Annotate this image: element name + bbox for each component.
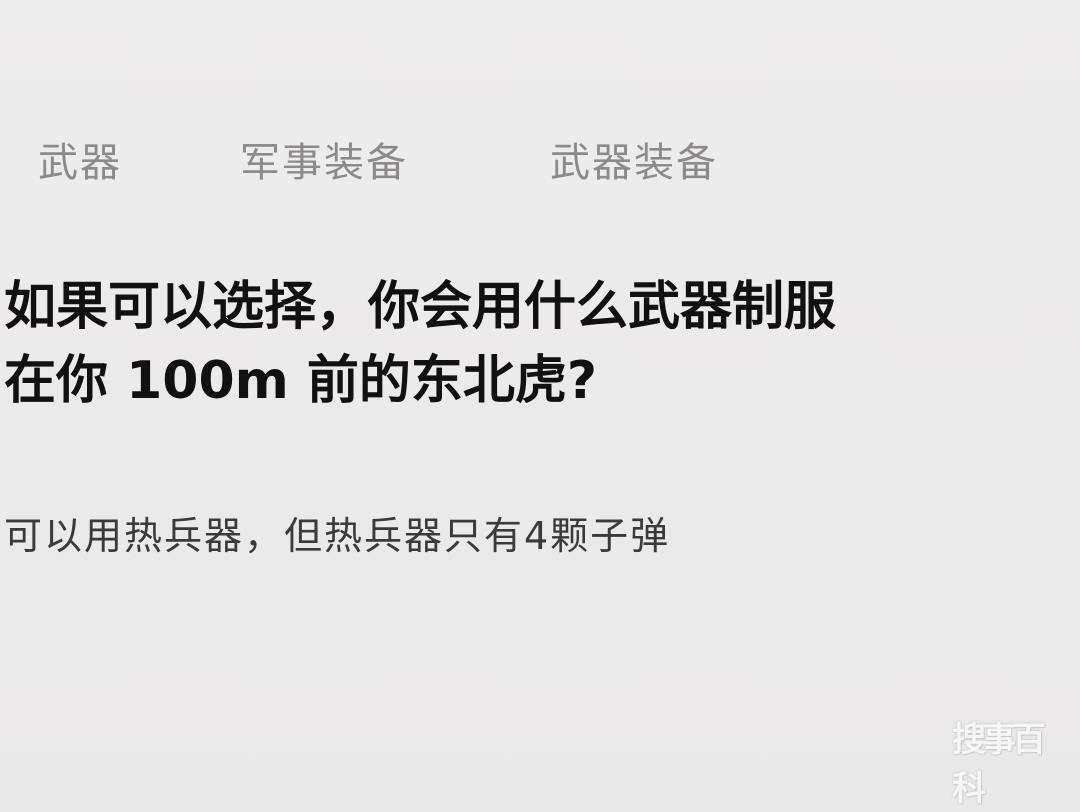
topic-tags: 武器 军事装备 武器装备 [0, 128, 718, 190]
watermark-logo: 搜事百科 [952, 720, 1062, 809]
tag-weapons[interactable]: 武器 [0, 128, 188, 190]
watermark-text: 搜事百科 [952, 720, 1046, 809]
question-title-line-2: 在你 100m 前的东北虎? [4, 351, 598, 411]
question-title-line-1: 如果可以选择，你会用什么武器制服 [4, 277, 837, 337]
cut-off-text: … … [190, 792, 269, 812]
tag-military-equipment[interactable]: 军事装备 [188, 128, 492, 190]
question-page: 武器 军事装备 武器装备 如果可以选择，你会用什么武器制服 在你 100m 前的… [0, 0, 1080, 812]
question-title: 如果可以选择，你会用什么武器制服 在你 100m 前的东北虎? [4, 270, 1080, 418]
question-description: 可以用热兵器，但热兵器只有4颗子弹 [4, 514, 671, 558]
tag-weapon-equipment[interactable]: 武器装备 [492, 128, 718, 190]
